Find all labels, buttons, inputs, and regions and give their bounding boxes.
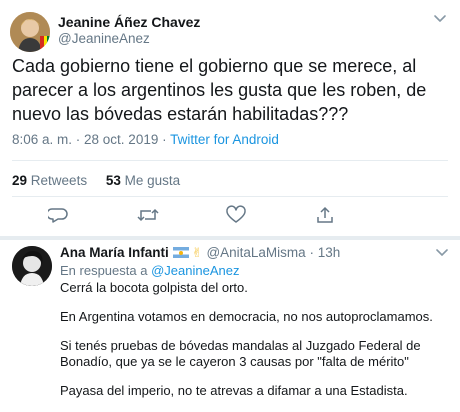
author-handle[interactable]: @JeanineAnez bbox=[58, 31, 150, 46]
divider bbox=[12, 196, 448, 197]
chevron-down-icon[interactable] bbox=[432, 242, 452, 262]
author-avatar[interactable] bbox=[10, 12, 50, 52]
reply-paragraph: Cerrá la bocota golpista del orto. bbox=[60, 280, 248, 295]
divider bbox=[12, 160, 448, 161]
reply-icon[interactable] bbox=[46, 205, 72, 225]
peace-hand-icon: ✌ bbox=[191, 245, 203, 260]
reply-text: Cerrá la bocota golpista del orto. En Ar… bbox=[60, 280, 445, 412]
share-icon[interactable] bbox=[314, 205, 338, 225]
likes-stat[interactable]: 53 Me gusta bbox=[106, 173, 180, 188]
in-reply-to: En respuesta a @JeanineAnez bbox=[60, 263, 240, 278]
chevron-down-icon[interactable] bbox=[430, 8, 450, 28]
tweet-timestamp[interactable]: 8:06 a. m. · 28 oct. 2019 · bbox=[12, 132, 167, 147]
in-reply-to-link[interactable]: @JeanineAnez bbox=[151, 263, 239, 278]
tweet-meta: 8:06 a. m. · 28 oct. 2019 · Twitter for … bbox=[12, 132, 279, 147]
reply-paragraph: En Argentina votamos en democracia, no n… bbox=[60, 309, 433, 324]
tweet-source-link[interactable]: Twitter for Android bbox=[170, 132, 279, 147]
heart-icon[interactable] bbox=[225, 205, 249, 225]
tweet-text: Cada gobierno tiene el gobierno que se m… bbox=[12, 56, 427, 124]
retweets-stat[interactable]: 29 Retweets bbox=[12, 173, 87, 188]
reply-paragraph: Payasa del imperio, no te atrevas a difa… bbox=[60, 383, 408, 398]
reply-time[interactable]: 13h bbox=[318, 245, 341, 260]
reply-header: Ana María Infanti ✌ @AnitaLaMisma · 13h bbox=[60, 245, 341, 260]
reply-paragraph: Si tenés pruebas de bóvedas mandalas al … bbox=[60, 338, 421, 369]
reply-avatar[interactable] bbox=[12, 246, 52, 286]
argentina-flag-icon bbox=[172, 247, 189, 258]
reply-author-handle[interactable]: @AnitaLaMisma bbox=[206, 245, 305, 260]
retweet-icon[interactable] bbox=[136, 205, 160, 225]
tweet-stats: 29 Retweets 53 Me gusta bbox=[12, 173, 180, 188]
reply-author-name[interactable]: Ana María Infanti bbox=[60, 245, 169, 260]
section-separator bbox=[0, 236, 460, 240]
author-name[interactable]: Jeanine Áñez Chavez bbox=[58, 14, 200, 30]
